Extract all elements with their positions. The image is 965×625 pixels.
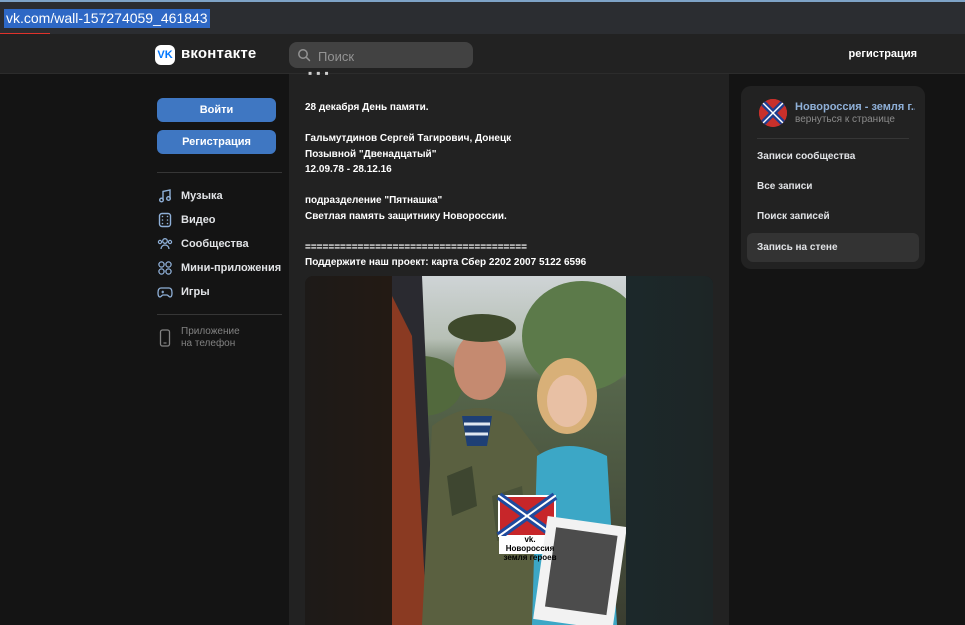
mini-apps-icon (158, 261, 172, 275)
watermark-line2: земля героев (503, 553, 557, 562)
post-line (305, 224, 715, 240)
mobile-app-link[interactable]: Приложение на телефон (157, 326, 240, 350)
more-dots-icon[interactable]: ▪▪▪ (308, 66, 333, 80)
sidebar-item-label: Игры (181, 286, 210, 298)
communities-icon (157, 238, 173, 250)
app-link-line2: на телефон (181, 338, 236, 349)
post-photo[interactable]: vk. Новороссия земля героев (305, 276, 713, 625)
vk-logo-text: VK (157, 49, 173, 61)
sidebar-item-label: Музыка (181, 190, 223, 202)
phone-icon (159, 329, 171, 347)
menu-search-posts[interactable]: Поиск записей (747, 202, 919, 231)
post-line (305, 178, 715, 194)
menu-community-posts[interactable]: Записи сообщества (747, 142, 919, 171)
app-link-line1: Приложение (181, 326, 240, 337)
sidebar-item-label: Видео (181, 214, 216, 226)
photo-image (382, 276, 642, 625)
vk-logo-icon[interactable]: VK (155, 45, 175, 65)
menu-label: Записи сообщества (757, 151, 856, 162)
photo-watermark: vk. Новороссия земля героев (502, 535, 558, 562)
post-line: Позывной "Двенадцатый" (305, 148, 437, 160)
menu-label: Все записи (757, 181, 813, 192)
watermark-line1: vk. Новороссия (505, 535, 555, 553)
search-input[interactable] (316, 42, 470, 70)
post-line (305, 116, 715, 132)
brand-name[interactable]: вконтакте (181, 45, 256, 62)
sidebar-item-video[interactable]: Видео (157, 210, 216, 230)
sidebar-item-music[interactable]: Музыка (157, 186, 223, 206)
menu-label: Запись на стене (757, 242, 838, 253)
menu-label: Поиск записей (757, 211, 830, 222)
site-header: VK вконтакте регистрация (0, 34, 965, 74)
back-to-page-link[interactable]: вернуться к странице (795, 114, 895, 125)
community-divider (757, 138, 909, 139)
post-line: Светлая память защитнику Новороссии. (305, 210, 507, 222)
sidebar-item-label: Мини-приложения (181, 262, 282, 274)
novorossiya-flag-icon (759, 99, 787, 127)
sidebar-item-communities[interactable]: Сообщества (157, 234, 249, 254)
post-line: 28 декабря День памяти. (305, 102, 429, 113)
register-button[interactable]: Регистрация (157, 130, 276, 154)
sidebar-item-games[interactable]: Игры (157, 282, 210, 302)
sidebar-divider (157, 314, 282, 315)
sidebar-divider (157, 172, 282, 173)
menu-wall-post[interactable]: Запись на стене (747, 233, 919, 262)
sidebar-item-label: Сообщества (181, 238, 249, 250)
post-text: 28 декабря День памяти. Гальмутдинов Сер… (305, 100, 715, 271)
header-register-link[interactable]: регистрация (849, 48, 917, 60)
sidebar-item-mini-apps[interactable]: Мини-приложения (157, 258, 281, 278)
community-name[interactable]: Новороссия - земля г... (795, 101, 915, 113)
post-line: Гальмутдинов Сергей Тагирович, Донецк (305, 133, 512, 144)
login-button[interactable]: Войти (157, 98, 276, 122)
url-text[interactable]: vk.com/wall-157274059_461843 (4, 9, 210, 28)
post-line: 12.09.78 - 28.12.16 (305, 164, 392, 175)
post-line: ====================================== (305, 241, 527, 253)
post-line: подразделение "Пятнашка" (305, 195, 443, 206)
games-icon (157, 287, 173, 298)
community-avatar[interactable] (759, 99, 787, 127)
photo-illustration (382, 276, 642, 625)
search-icon (298, 49, 311, 62)
menu-all-posts[interactable]: Все записи (747, 172, 919, 201)
video-icon (158, 212, 172, 228)
browser-address-bar[interactable]: vk.com/wall-157274059_461843 (0, 0, 965, 36)
post-line: Поддержите наш проект: карта Сбер 2202 2… (305, 257, 587, 268)
search-box[interactable] (289, 42, 473, 70)
music-icon (159, 189, 171, 203)
